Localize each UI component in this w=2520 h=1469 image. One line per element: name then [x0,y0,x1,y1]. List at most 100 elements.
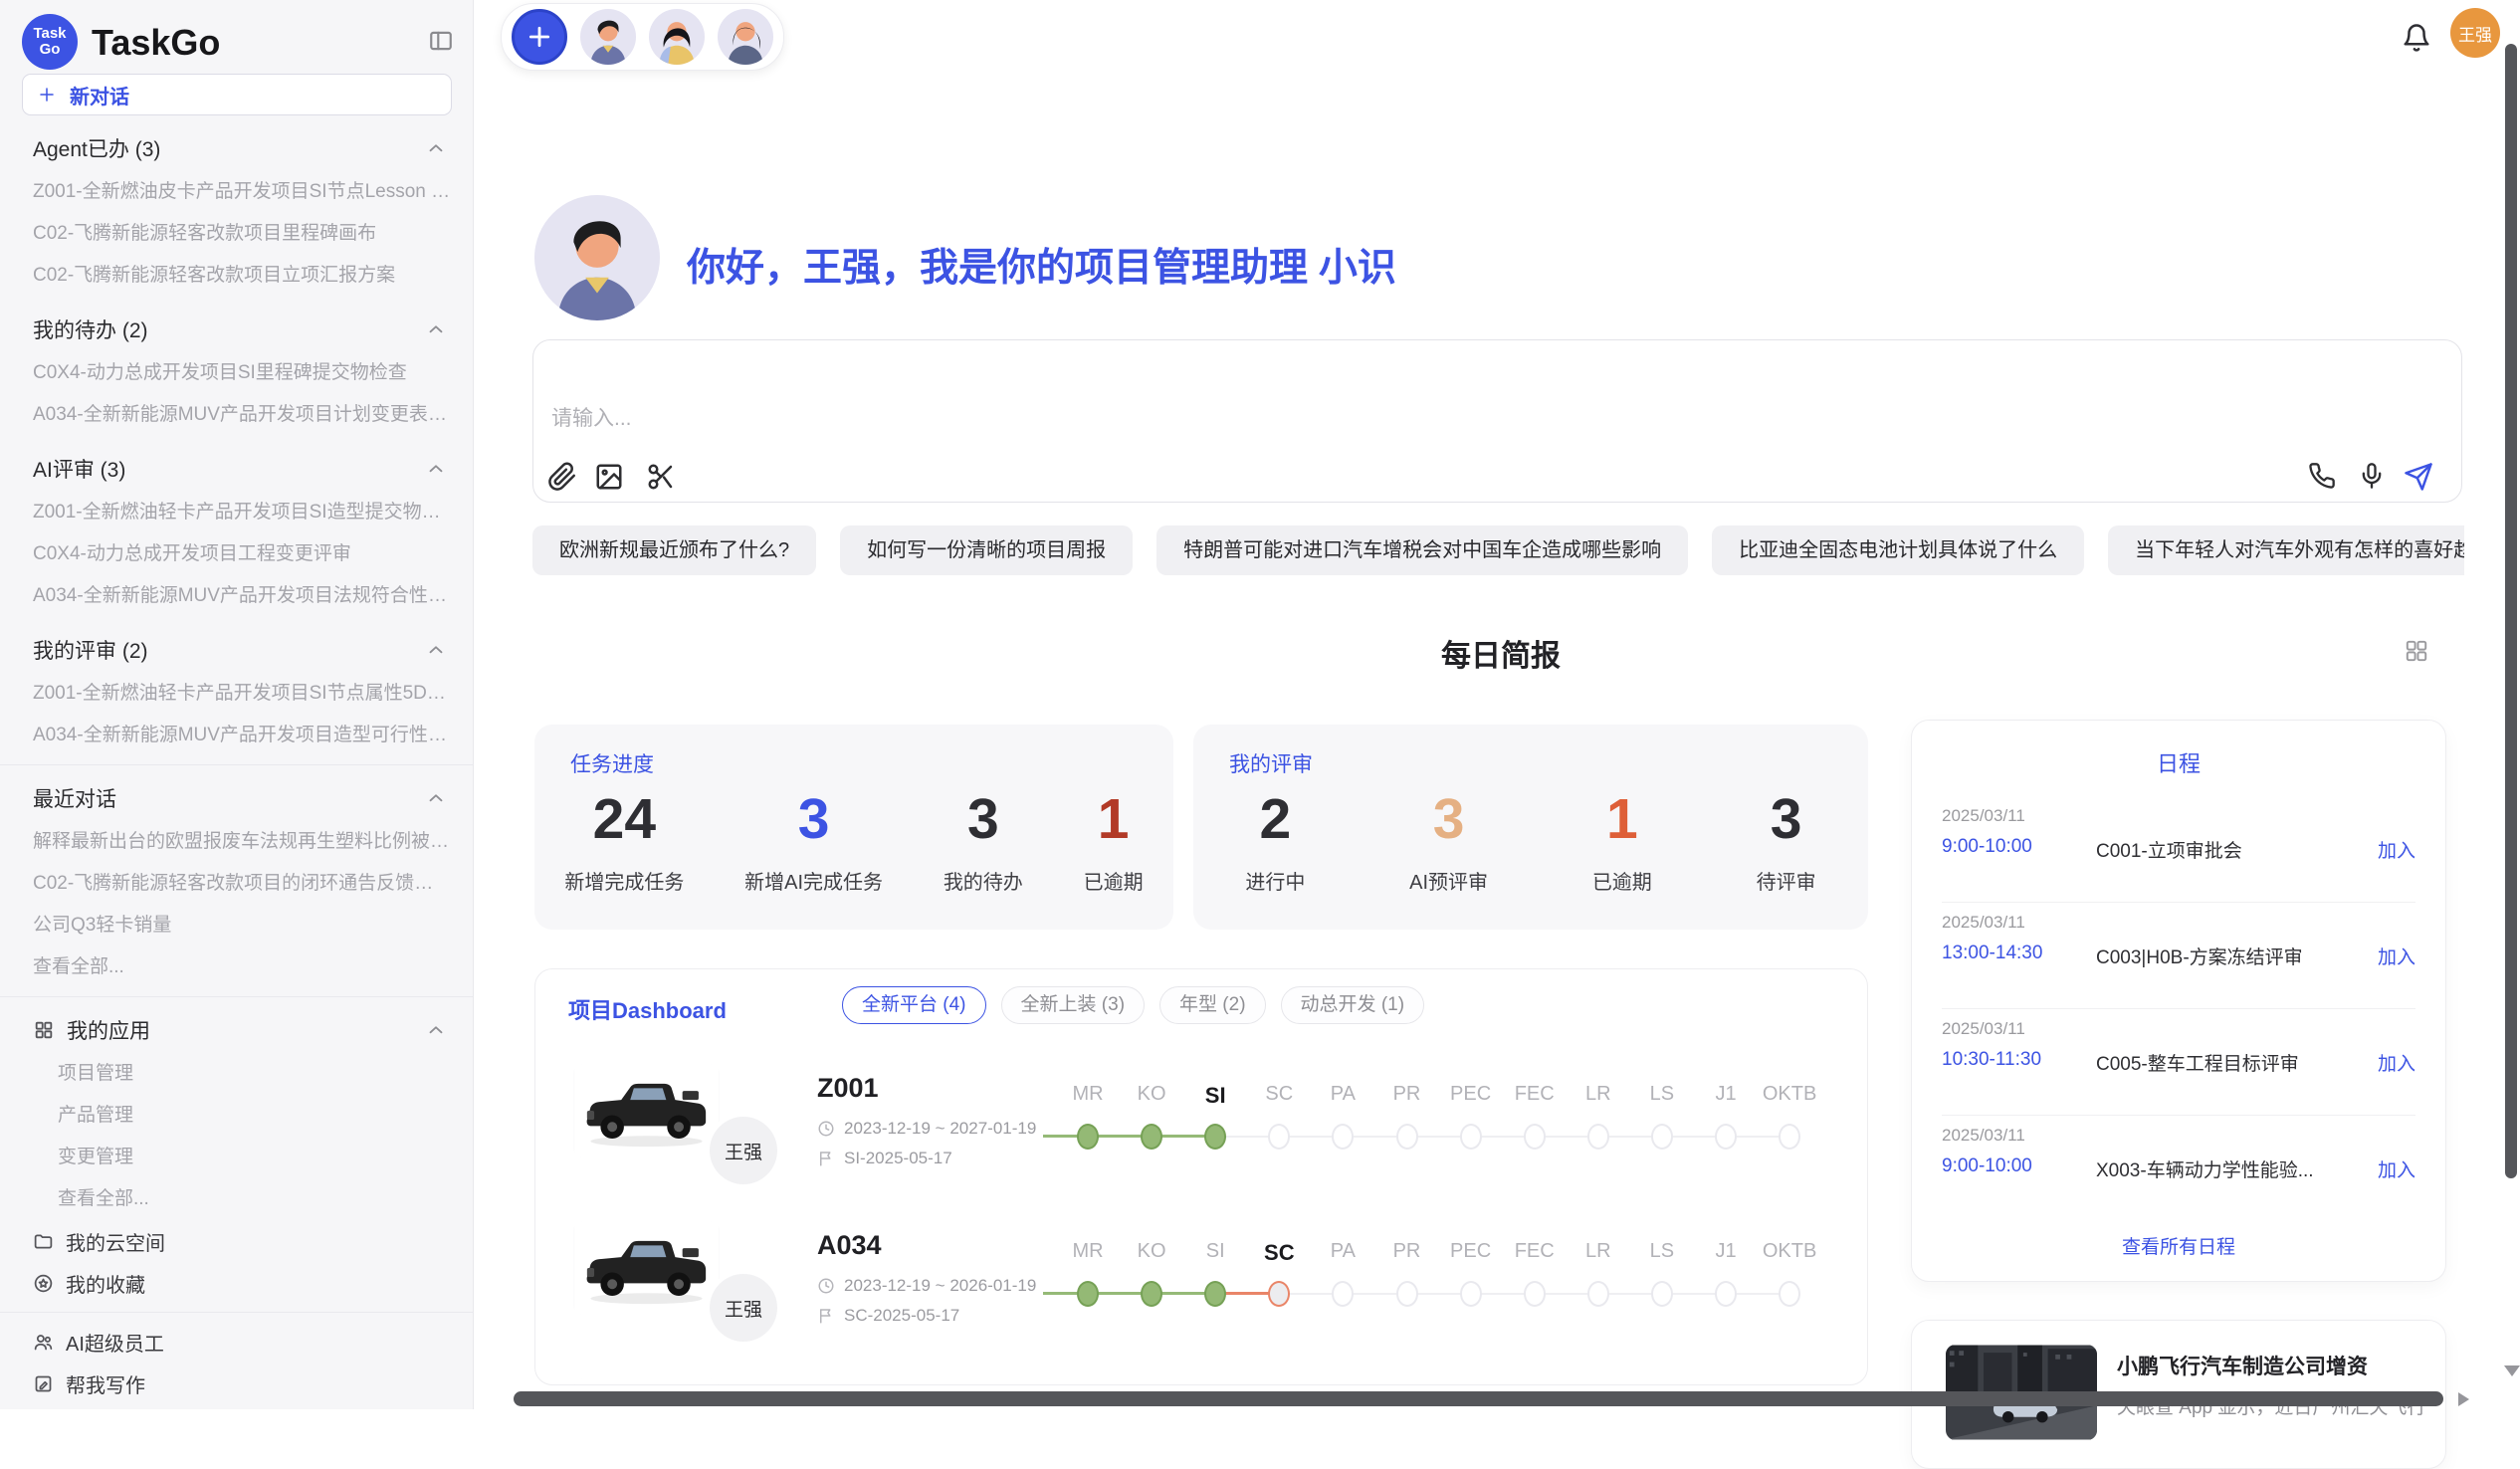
agent-avatar-1[interactable] [580,9,636,65]
schedule-title: 日程 [1912,746,2445,778]
sidebar-task-item[interactable]: C02-飞腾新能源轻客改款项目里程碑画布 [0,213,473,255]
suggestion-chip[interactable]: 当下年轻人对汽车外观有怎样的喜好趋势 [2108,525,2464,575]
scroll-down-arrow-icon[interactable] [2504,1365,2520,1376]
sidebar-tool-item[interactable]: 帮我写作 [0,1363,473,1404]
phone-icon[interactable] [2308,462,2338,492]
milestone-label: LS [1630,1083,1694,1106]
chevron-up-icon[interactable] [425,787,447,809]
app-item[interactable]: 项目管理 [0,1053,473,1095]
project-row[interactable]: 王强A0342023-12-19 ~ 2026-01-19SC-2025-05-… [535,1204,1867,1362]
horizontal-scrollbar[interactable] [514,1391,2443,1406]
recent-chat-item[interactable]: 公司Q3轻卡销量 [0,905,473,946]
milestone-label: SI [1183,1083,1247,1109]
milestone-dot [1204,1281,1226,1307]
milestone-dot [1524,1281,1546,1307]
event-time: 9:00-10:00 [1942,1155,2032,1177]
milestone-dot [1268,1281,1290,1307]
project-row-partial[interactable] [535,1362,1867,1385]
scroll-right-arrow-icon[interactable] [2458,1392,2469,1406]
suggestion-chip[interactable]: 特朗普可能对进口汽车增税会对中国车企造成哪些影响 [1156,525,1688,575]
project-row[interactable]: 王强Z0012023-12-19 ~ 2027-01-19SI-2025-05-… [535,1047,1867,1204]
sidebar-section-1-header[interactable]: 我的待办 (2) [0,307,473,352]
sidebar-task-item[interactable]: A034-全新新能源MUV产品开发项目计划变更表编写 [0,394,473,436]
star-circle-icon [33,1273,54,1294]
user-avatar[interactable]: 王强 [2450,8,2500,58]
mic-icon[interactable] [2358,462,2388,492]
milestone-dot [1396,1281,1418,1307]
app-item[interactable]: 变更管理 [0,1137,473,1178]
dashboard-filter-chip[interactable]: 年型 (2) [1159,986,1266,1024]
join-button[interactable]: 加入 [2378,1155,2415,1182]
join-button[interactable]: 加入 [2378,943,2415,969]
sidebar-section-3-header[interactable]: 我的评审 (2) [0,627,473,673]
recent-chat-item[interactable]: 解释最新出台的欧盟报废车法规再生塑料比例被调至15%... [0,821,473,863]
stat-block: 2进行中 [1245,786,1305,895]
my-apps-header[interactable]: 我的应用 [0,1007,473,1053]
sidebar-task-item[interactable]: Z001-全新燃油轻卡产品开发项目SI节点属性5D文件评审 [0,673,473,715]
recent-chat-item[interactable]: C02-飞腾新能源轻客改款项目的闭环通告反馈情况 [0,863,473,905]
scissors-icon[interactable] [646,462,676,492]
view-all-schedule-link[interactable]: 查看所有日程 [1912,1232,2445,1259]
milestone-label: PR [1375,1240,1439,1263]
join-button[interactable]: 加入 [2378,1049,2415,1076]
chevron-up-icon[interactable] [425,137,447,159]
sidebar-tool-item[interactable]: AI超级员工 [0,1321,473,1363]
dashboard-filter-chip[interactable]: 全新平台 (4) [842,986,986,1024]
suggestion-chip[interactable]: 如何写一份清晰的项目周报 [840,525,1133,575]
milestone-dot [1077,1124,1099,1150]
suggestion-chip[interactable]: 欧洲新规最近颁布了什么? [532,525,816,575]
sidebar-section-2-header[interactable]: AI评审 (3) [0,446,473,492]
sidebar-tool-item[interactable]: 创意制图 [0,1404,473,1409]
join-button[interactable]: 加入 [2378,836,2415,863]
dashboard-filter-chip[interactable]: 动总开发 (1) [1281,986,1425,1024]
stat-block: 3新增AI完成任务 [744,786,883,895]
chevron-up-icon[interactable] [425,1019,447,1041]
layout-grid-icon[interactable] [2404,638,2429,664]
flag-icon [817,1307,835,1325]
new-chat-button[interactable]: 新对话 [22,74,452,115]
milestone-label: LR [1567,1083,1630,1106]
milestone-track: MRKOSISCPAPRPECFECLRLSJ1OKTB [1053,1204,1839,1362]
project-image [573,1378,720,1385]
chevron-up-icon[interactable] [425,458,447,480]
sidebar-task-item[interactable]: Z001-全新燃油轻卡产品开发项目SI造型提交物评审 [0,492,473,533]
paperclip-icon[interactable] [547,462,577,492]
agent-avatar-2[interactable] [649,9,705,65]
send-icon[interactable] [2404,462,2433,492]
schedule-event: 2025/03/119:00-10:00C001-立项审批会加入 [1912,796,2445,902]
chevron-up-icon[interactable] [425,318,447,340]
sidebar-task-item[interactable]: A034-全新新能源MUV产品开发项目法规符合性评审 [0,575,473,617]
sidebar-section-0-header[interactable]: Agent已办 (3) [0,125,473,171]
vertical-scrollbar[interactable] [2505,44,2517,1178]
milestone-dot [1779,1124,1800,1150]
agent-avatar-3[interactable] [718,9,773,65]
apps-view-all-link[interactable]: 查看全部... [0,1178,473,1220]
milestone-label: MR [1056,1240,1120,1263]
recent-view-all-link[interactable]: 查看全部... [0,946,473,988]
milestone-dot [1460,1281,1482,1307]
bell-icon[interactable] [2402,22,2431,54]
image-icon[interactable] [594,462,624,492]
sidebar-task-item[interactable]: C02-飞腾新能源轻客改款项目立项汇报方案 [0,255,473,297]
stat-row: 24新增完成任务3新增AI完成任务3我的待办1已逾期 [534,786,1173,920]
sidebar-task-item[interactable]: A034-全新新能源MUV产品开发项目造型可行性评审 [0,715,473,756]
stat-label: 已逾期 [1084,866,1144,895]
chat-input[interactable]: 请输入... [532,339,2462,503]
app-item[interactable]: 产品管理 [0,1095,473,1137]
recent-chats-header[interactable]: 最近对话 [0,775,473,821]
sidebar-task-item[interactable]: Z001-全新燃油皮卡产品开发项目SI节点Lesson Learn报告 [0,171,473,213]
chevron-up-icon[interactable] [425,639,447,661]
stat-value: 1 [1098,786,1130,852]
suggestion-chip[interactable]: 比亚迪全固态电池计划具体说了什么 [1712,525,2084,575]
sidebar-task-item[interactable]: C0X4-动力总成开发项目SI里程碑提交物检查 [0,352,473,394]
dashboard-filter-chip[interactable]: 全新上装 (3) [1001,986,1146,1024]
sidebar-link-star-circle[interactable]: 我的收藏 [0,1262,473,1304]
milestone-dot [1204,1124,1226,1150]
sidebar-section-3-label: 我的评审 (2) [33,635,425,665]
collapse-sidebar-icon[interactable] [428,28,454,54]
schedule-card: 日程 2025/03/119:00-10:00C001-立项审批会加入2025/… [1911,720,2446,1282]
add-agent-button[interactable] [512,9,567,65]
sidebar-link-folder[interactable]: 我的云空间 [0,1220,473,1262]
write-icon [33,1373,54,1394]
sidebar-task-item[interactable]: C0X4-动力总成开发项目工程变更评审 [0,533,473,575]
